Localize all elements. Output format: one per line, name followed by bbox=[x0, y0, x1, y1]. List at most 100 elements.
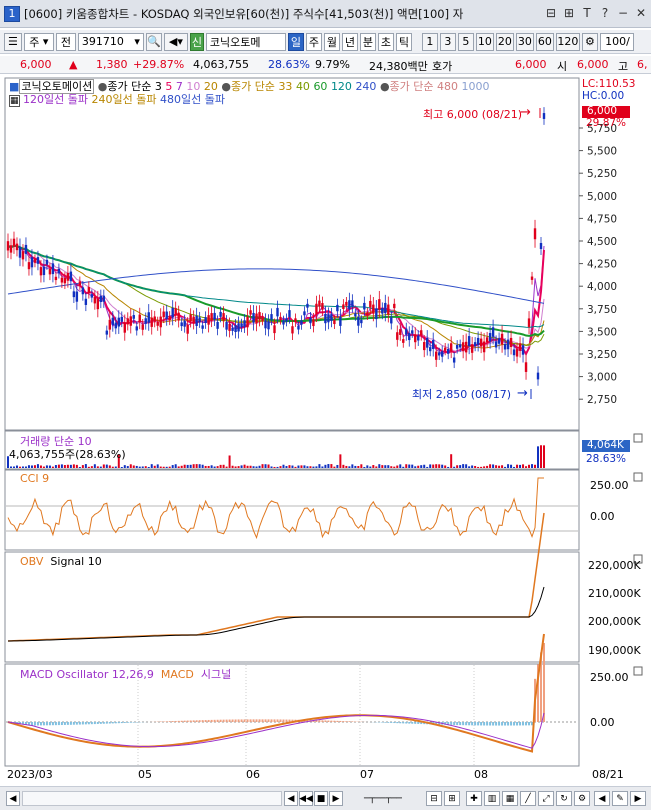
tab-year[interactable]: 년 bbox=[341, 32, 358, 51]
fit-icon[interactable]: ⤢ bbox=[538, 791, 554, 806]
scroll-right-icon[interactable]: ▶ bbox=[630, 791, 646, 806]
line-tool-icon[interactable]: ╱ bbox=[520, 791, 536, 806]
candle-body bbox=[120, 316, 123, 322]
text-icon[interactable]: T bbox=[579, 5, 595, 21]
volume-bar bbox=[252, 466, 255, 468]
candle-body bbox=[494, 341, 498, 348]
lc-value: LC:110.53 bbox=[582, 78, 636, 90]
price-axis-label: 4,750 bbox=[587, 213, 617, 225]
minimize-icon[interactable]: − bbox=[615, 5, 631, 21]
tab-month[interactable]: 월 bbox=[323, 32, 340, 51]
setting-icon[interactable]: ⚙ bbox=[581, 32, 598, 51]
tab-tick[interactable]: 틱 bbox=[395, 32, 412, 51]
step-back-icon[interactable]: ◀ bbox=[284, 791, 298, 806]
menu-icon[interactable]: ☰ bbox=[4, 32, 22, 51]
macd-osc-bar bbox=[468, 722, 471, 726]
volume-bar bbox=[63, 465, 66, 468]
ma-120[interactable]: 120 bbox=[331, 80, 352, 93]
volume-close-icon[interactable] bbox=[633, 433, 643, 443]
cci-close-icon[interactable] bbox=[633, 472, 643, 482]
volume-bar bbox=[309, 466, 312, 468]
cci-title[interactable]: CCI 9 bbox=[20, 472, 49, 485]
prev-icon[interactable]: ◀ bbox=[6, 791, 20, 806]
volume-bar bbox=[27, 465, 30, 468]
layout-icon[interactable]: ⊟ bbox=[543, 5, 559, 21]
interval-20[interactable]: 20 bbox=[495, 32, 514, 51]
candle-body bbox=[192, 316, 195, 324]
candle-body bbox=[527, 318, 531, 327]
ma-33[interactable]: 33 bbox=[278, 80, 292, 93]
code-input[interactable]: 391710 ▾ bbox=[77, 32, 144, 51]
fast-back-icon[interactable]: ◀◀ bbox=[299, 791, 313, 806]
interval-30[interactable]: 30 bbox=[515, 32, 534, 51]
search-icon[interactable]: 🔍 bbox=[145, 32, 162, 51]
edit-icon[interactable]: ✎ bbox=[612, 791, 628, 806]
scroll-track[interactable] bbox=[22, 791, 282, 806]
price-axis-label: 5,250 bbox=[587, 168, 617, 180]
ma-60[interactable]: 60 bbox=[313, 80, 327, 93]
crosshair-icon[interactable]: ✚ bbox=[466, 791, 482, 806]
macd-osc-bar bbox=[195, 720, 198, 722]
macd-close-icon[interactable] bbox=[633, 666, 643, 676]
macd-osc-bar bbox=[60, 722, 63, 726]
count-input[interactable]: 100/ bbox=[599, 32, 634, 51]
candle-body bbox=[464, 341, 468, 353]
break-240[interactable]: 240일선 돌파 bbox=[92, 93, 157, 106]
volume-bar bbox=[318, 464, 321, 468]
interval-3[interactable]: 3 bbox=[439, 32, 456, 51]
sound-icon[interactable]: ◀▾ bbox=[163, 32, 188, 51]
zoom-out-icon[interactable]: ⊟ bbox=[426, 791, 442, 806]
macd-signal-label[interactable]: 시그널 bbox=[201, 668, 231, 681]
volume-bar bbox=[174, 464, 177, 468]
candle-body bbox=[129, 316, 132, 326]
interval-10[interactable]: 10 bbox=[475, 32, 494, 51]
zoom-slider[interactable]: ─┬──┬── bbox=[350, 791, 416, 806]
macd-title-text[interactable]: MACD Oscillator 12,26,9 bbox=[20, 668, 154, 681]
macd-osc-bar bbox=[390, 722, 393, 723]
period-type[interactable]: 전 bbox=[55, 32, 76, 51]
current-price-axis: 6,000 bbox=[587, 105, 618, 117]
chart-type-icon[interactable]: ▥ bbox=[484, 791, 500, 806]
volume-bar bbox=[468, 466, 471, 468]
volume-bar bbox=[498, 465, 501, 468]
grid-toggle-icon[interactable]: ▦ bbox=[502, 791, 518, 806]
interval-120[interactable]: 120 bbox=[555, 32, 580, 51]
macd-osc-bar bbox=[528, 722, 531, 726]
refresh-icon[interactable]: ↻ bbox=[556, 791, 572, 806]
chart-area[interactable]: 5,750 5,500 5,250 5,000 4,750 4,500 4,250 4,000… bbox=[0, 76, 651, 786]
macd-line-label[interactable]: MACD bbox=[161, 668, 194, 681]
close-icon[interactable]: ✕ bbox=[633, 5, 649, 21]
macd-osc-bar bbox=[345, 721, 348, 722]
ma-1000[interactable]: 1000 bbox=[462, 80, 490, 93]
help-icon[interactable]: ? bbox=[597, 5, 613, 21]
grid-icon[interactable]: ⊞ bbox=[561, 5, 577, 21]
volume-bar bbox=[159, 466, 162, 468]
zoom-in-icon[interactable]: ⊞ bbox=[444, 791, 460, 806]
obv-title-text[interactable]: OBV bbox=[20, 555, 43, 568]
stop-icon[interactable]: ■ bbox=[314, 791, 328, 806]
ma-40[interactable]: 40 bbox=[296, 80, 310, 93]
play-icon[interactable]: ▶ bbox=[329, 791, 343, 806]
candle-body bbox=[524, 362, 528, 372]
interval-60[interactable]: 60 bbox=[535, 32, 554, 51]
volume-axis-pct: 28.63% bbox=[586, 453, 627, 465]
tab-day[interactable]: 일 bbox=[287, 32, 304, 51]
tab-minute[interactable]: 분 bbox=[359, 32, 376, 51]
settings-icon[interactable]: ⚙ bbox=[574, 791, 590, 806]
candle-body bbox=[384, 302, 387, 314]
ma-240[interactable]: 240 bbox=[355, 80, 376, 93]
interval-5[interactable]: 5 bbox=[457, 32, 474, 51]
obv-signal[interactable]: Signal 10 bbox=[50, 555, 101, 568]
tab-second[interactable]: 초 bbox=[377, 32, 394, 51]
ma-480[interactable]: 480 bbox=[437, 80, 458, 93]
macd-osc-bar bbox=[480, 722, 483, 726]
ask-price: 6,000 bbox=[515, 58, 547, 71]
tab-week[interactable]: 주 bbox=[305, 32, 322, 51]
interval-1[interactable]: 1 bbox=[421, 32, 438, 51]
macd-osc-bar bbox=[501, 722, 504, 726]
break-480[interactable]: 480일선 돌파 bbox=[160, 93, 225, 106]
scroll-left-icon[interactable]: ◀ bbox=[594, 791, 610, 806]
price-axis-label: 2,750 bbox=[587, 394, 617, 406]
break-20[interactable]: 120일선 돌파 bbox=[23, 93, 88, 106]
market-select[interactable]: 주 ▾ bbox=[23, 32, 54, 51]
